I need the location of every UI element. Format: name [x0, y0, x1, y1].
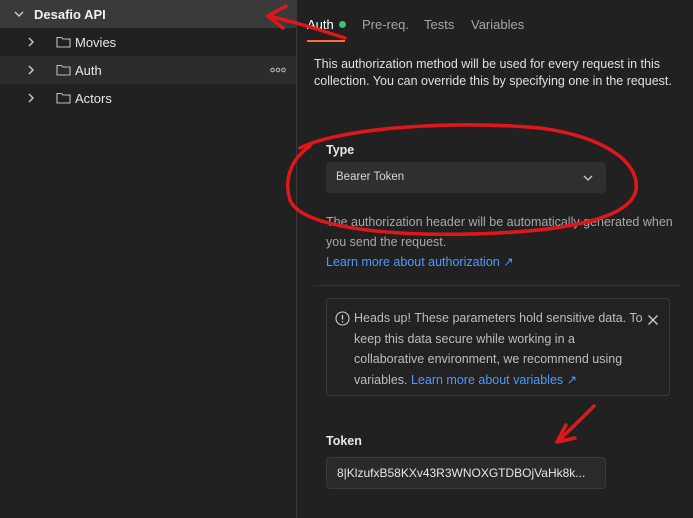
sidebar-item-label: Movies	[75, 35, 117, 50]
tab-variables[interactable]: Variables	[471, 17, 524, 32]
chevron-down-icon	[583, 175, 593, 181]
more-horizontal-icon[interactable]	[270, 65, 286, 75]
type-label: Type	[326, 143, 355, 157]
chevron-right-icon[interactable]	[25, 64, 37, 76]
tab-pre-req[interactable]: Pre-req.	[362, 17, 409, 32]
active-tab-indicator	[307, 40, 345, 42]
auth-type-value: Bearer Token	[336, 171, 405, 183]
folder-icon	[56, 36, 71, 48]
tab-bar: Auth Pre-req. Tests Variables	[297, 0, 693, 44]
auth-panel: Auth Pre-req. Tests Variables This autho…	[297, 0, 693, 518]
close-icon[interactable]	[647, 314, 659, 326]
sidebar-item-label: Actors	[75, 91, 112, 106]
status-dot	[339, 21, 346, 28]
tab-auth[interactable]: Auth	[307, 17, 334, 32]
learn-more-auth-link[interactable]: Learn more about authorization ↗	[326, 255, 514, 269]
chevron-down-icon[interactable]	[13, 8, 25, 20]
auth-note: The authorization header will be automat…	[326, 212, 686, 272]
folder-icon	[56, 64, 71, 76]
collection-name: Desafio API	[34, 7, 106, 22]
token-label: Token	[326, 434, 362, 448]
tab-tests[interactable]: Tests	[424, 17, 454, 32]
token-value: 8|KlzufxB58KXv43R3WNOXGTDBOjVaHk8k...	[337, 466, 586, 480]
learn-more-variables-link[interactable]: Learn more about variables ↗	[411, 373, 577, 387]
alert-info-icon	[335, 311, 350, 326]
auth-note-text: The authorization header will be automat…	[326, 215, 673, 249]
alert-text: Heads up! These parameters hold sensitiv…	[354, 308, 644, 390]
folder-icon	[56, 92, 71, 104]
sensitive-data-alert: Heads up! These parameters hold sensitiv…	[326, 298, 670, 396]
chevron-right-icon[interactable]	[25, 92, 37, 104]
auth-type-select[interactable]: Bearer Token	[326, 162, 606, 193]
sidebar-item-movies[interactable]: Movies	[0, 28, 296, 56]
sidebar-item-label: Auth	[75, 63, 102, 78]
chevron-right-icon[interactable]	[25, 36, 37, 48]
auth-description: This authorization method will be used f…	[314, 57, 672, 88]
token-input[interactable]: 8|KlzufxB58KXv43R3WNOXGTDBOjVaHk8k...	[326, 457, 606, 489]
collection-row[interactable]: Desafio API	[0, 0, 296, 28]
sidebar: Desafio API Movies Auth Actors	[0, 0, 296, 518]
sidebar-item-auth[interactable]: Auth	[0, 56, 296, 84]
divider	[314, 285, 680, 286]
sidebar-item-actors[interactable]: Actors	[0, 84, 296, 112]
